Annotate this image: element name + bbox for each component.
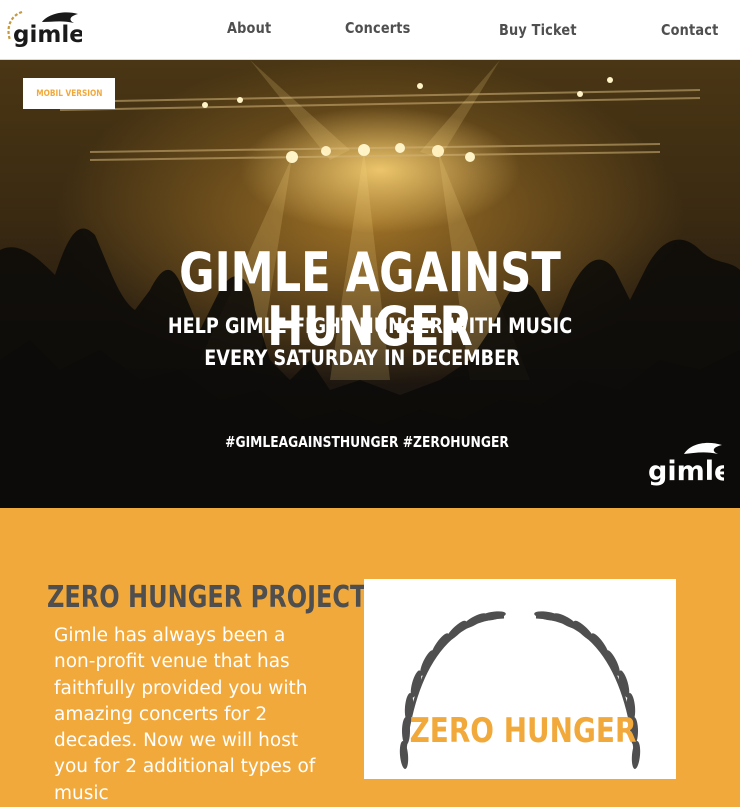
gimle-logo-white: gimle bbox=[648, 442, 724, 487]
mobile-version-label: Mobil version bbox=[35, 88, 103, 99]
mobile-version-button[interactable]: Mobil version bbox=[23, 78, 115, 109]
svg-text:gimle: gimle bbox=[648, 456, 724, 487]
hero-subtitle-line-1: Help Gimle fight hunger with music bbox=[167, 314, 573, 338]
zero-hunger-project-heading: Zero hunger project bbox=[47, 580, 367, 615]
zero-hunger-badge-title: Zero hunger bbox=[409, 711, 637, 751]
hero-banner: Mobil version Gimle against hunger Help … bbox=[0, 60, 740, 508]
gimle-logo[interactable]: gimle bbox=[4, 6, 82, 50]
nav-buy-ticket-link[interactable]: Buy Ticket bbox=[499, 21, 577, 39]
nav-concerts-link[interactable]: Concerts bbox=[345, 19, 410, 37]
hero-subtitle-line-2: every saturday in december bbox=[204, 346, 520, 370]
project-description: Gimle has always been a non-profit venue… bbox=[54, 625, 316, 804]
svg-text:gimle: gimle bbox=[13, 22, 82, 48]
top-navigation: gimle About Concerts Buy Ticket Contact bbox=[0, 0, 740, 60]
nav-contact-link[interactable]: Contact bbox=[661, 21, 718, 39]
nav-about-link[interactable]: About bbox=[227, 19, 271, 37]
hero-hashtags: #gimleagainsthunger #zerohunger bbox=[225, 433, 509, 451]
zero-hunger-badge-card: Zero hunger bbox=[364, 579, 676, 779]
